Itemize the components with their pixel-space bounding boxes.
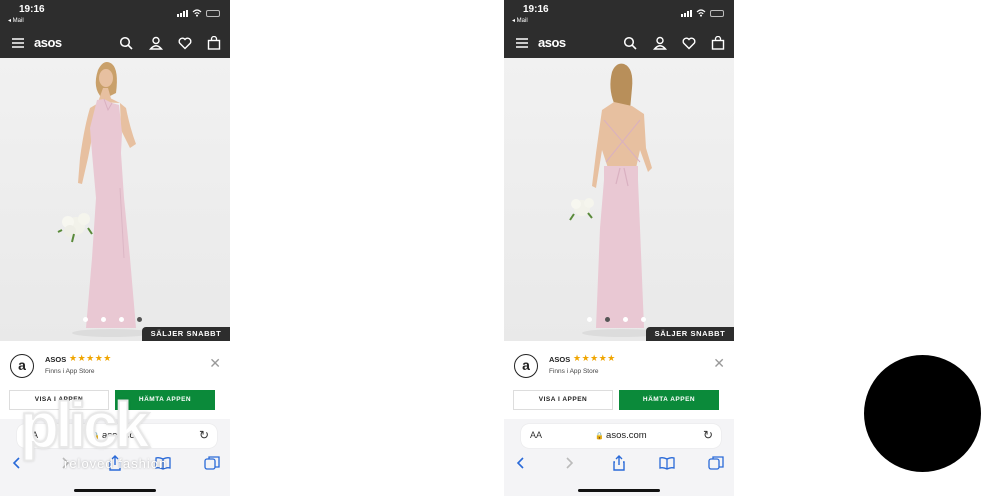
- asos-app-logo: a: [514, 354, 538, 378]
- status-bar: 19:16 ◂ Mail: [0, 0, 230, 28]
- black-circle-overlay: [864, 355, 981, 472]
- forward-icon[interactable]: [57, 455, 73, 471]
- status-time: 19:16: [523, 4, 549, 15]
- site-header: asos: [0, 28, 230, 58]
- wishlist-heart-icon[interactable]: [178, 36, 192, 50]
- bookmarks-icon[interactable]: [659, 455, 675, 471]
- signal-icon: [177, 9, 188, 17]
- share-icon[interactable]: [107, 455, 123, 471]
- tabs-icon[interactable]: [708, 455, 724, 471]
- search-icon[interactable]: [623, 36, 637, 50]
- status-time: 19:16: [19, 4, 45, 15]
- signal-icon: [681, 9, 692, 17]
- menu-icon[interactable]: [515, 36, 529, 50]
- url-display[interactable]: 🔒 asos.com: [17, 430, 217, 441]
- lock-icon: 🔒: [595, 433, 605, 440]
- home-indicator: [74, 489, 156, 492]
- view-in-app-button[interactable]: VISA I APPEN: [9, 390, 109, 410]
- account-icon[interactable]: [149, 36, 163, 50]
- url-display[interactable]: 🔒 asos.com: [521, 430, 721, 441]
- app-name: ASOS: [45, 355, 67, 364]
- product-image-back[interactable]: [504, 58, 734, 341]
- url-text: asos.com: [606, 430, 647, 441]
- carousel-dot[interactable]: [83, 317, 88, 322]
- close-icon[interactable]: ✕: [209, 355, 221, 372]
- app-install-banner: a ASOS ★★★★★ Finns i App Store ✕ VISA I …: [0, 341, 230, 419]
- view-in-app-button[interactable]: VISA I APPEN: [513, 390, 613, 410]
- back-icon[interactable]: [513, 455, 529, 471]
- back-icon[interactable]: [9, 455, 25, 471]
- stage: 19:16 ◂ Mail asos SÄLJER SNABBT a ASOS ★…: [0, 0, 1000, 496]
- battery-icon: [206, 9, 220, 17]
- carousel-dot[interactable]: [119, 317, 124, 322]
- app-name: ASOS: [549, 355, 571, 364]
- product-image-front[interactable]: [0, 58, 230, 341]
- asos-app-logo: a: [10, 354, 34, 378]
- back-to-mail-link[interactable]: ◂ Mail: [8, 17, 24, 24]
- status-bar: 19:16 ◂ Mail: [504, 0, 734, 28]
- address-bar[interactable]: AA 🔒 asos.com ↻: [17, 424, 217, 448]
- status-icons: [177, 9, 220, 17]
- bookmarks-icon[interactable]: [155, 455, 171, 471]
- home-indicator: [578, 489, 660, 492]
- wishlist-heart-icon[interactable]: [682, 36, 696, 50]
- shopping-bag-icon[interactable]: [207, 36, 221, 50]
- menu-icon[interactable]: [11, 36, 25, 50]
- account-icon[interactable]: [653, 36, 667, 50]
- carousel-dot-active[interactable]: [605, 317, 610, 322]
- selling-fast-badge: SÄLJER SNABBT: [142, 327, 230, 341]
- site-header: asos: [504, 28, 734, 58]
- back-to-mail-link[interactable]: ◂ Mail: [512, 17, 528, 24]
- rating-stars: ★★★★★: [573, 353, 616, 363]
- carousel-dots: [83, 317, 142, 322]
- app-install-banner: a ASOS ★★★★★ Finns i App Store ✕ VISA I …: [504, 341, 734, 419]
- carousel-dots: [587, 317, 646, 322]
- reload-icon[interactable]: ↻: [703, 428, 713, 442]
- lock-icon: 🔒: [91, 433, 101, 440]
- share-icon[interactable]: [611, 455, 627, 471]
- app-subtitle: Finns i App Store: [45, 368, 95, 375]
- carousel-dot[interactable]: [101, 317, 106, 322]
- carousel-dot[interactable]: [623, 317, 628, 322]
- app-subtitle: Finns i App Store: [549, 368, 599, 375]
- status-icons: [681, 9, 724, 17]
- dress-model-illustration: [57, 62, 152, 337]
- rating-stars: ★★★★★: [69, 353, 112, 363]
- asos-logo[interactable]: asos: [538, 35, 566, 50]
- wifi-icon: [192, 9, 202, 17]
- carousel-dot[interactable]: [587, 317, 592, 322]
- carousel-dot[interactable]: [641, 317, 646, 322]
- carousel-dot-active[interactable]: [137, 317, 142, 322]
- address-bar[interactable]: AA 🔒 asos.com ↻: [521, 424, 721, 448]
- browser-toolbar: [504, 452, 734, 474]
- phone-screenshot-front: 19:16 ◂ Mail asos SÄLJER SNABBT a ASOS ★…: [0, 0, 230, 496]
- search-icon[interactable]: [119, 36, 133, 50]
- close-icon[interactable]: ✕: [713, 355, 725, 372]
- wifi-icon: [696, 9, 706, 17]
- tabs-icon[interactable]: [204, 455, 220, 471]
- get-app-button[interactable]: HÄMTA APPEN: [619, 390, 719, 410]
- dress-model-back-illustration: [569, 63, 662, 337]
- shopping-bag-icon[interactable]: [711, 36, 725, 50]
- get-app-button[interactable]: HÄMTA APPEN: [115, 390, 215, 410]
- forward-icon[interactable]: [561, 455, 577, 471]
- phone-screenshot-back: 19:16 ◂ Mail asos SÄLJER SNABBT a ASOS ★…: [504, 0, 734, 496]
- battery-icon: [710, 9, 724, 17]
- url-text: asos.com: [102, 430, 143, 441]
- asos-logo[interactable]: asos: [34, 35, 62, 50]
- selling-fast-badge: SÄLJER SNABBT: [646, 327, 734, 341]
- reload-icon[interactable]: ↻: [199, 428, 209, 442]
- browser-toolbar: [0, 452, 230, 474]
